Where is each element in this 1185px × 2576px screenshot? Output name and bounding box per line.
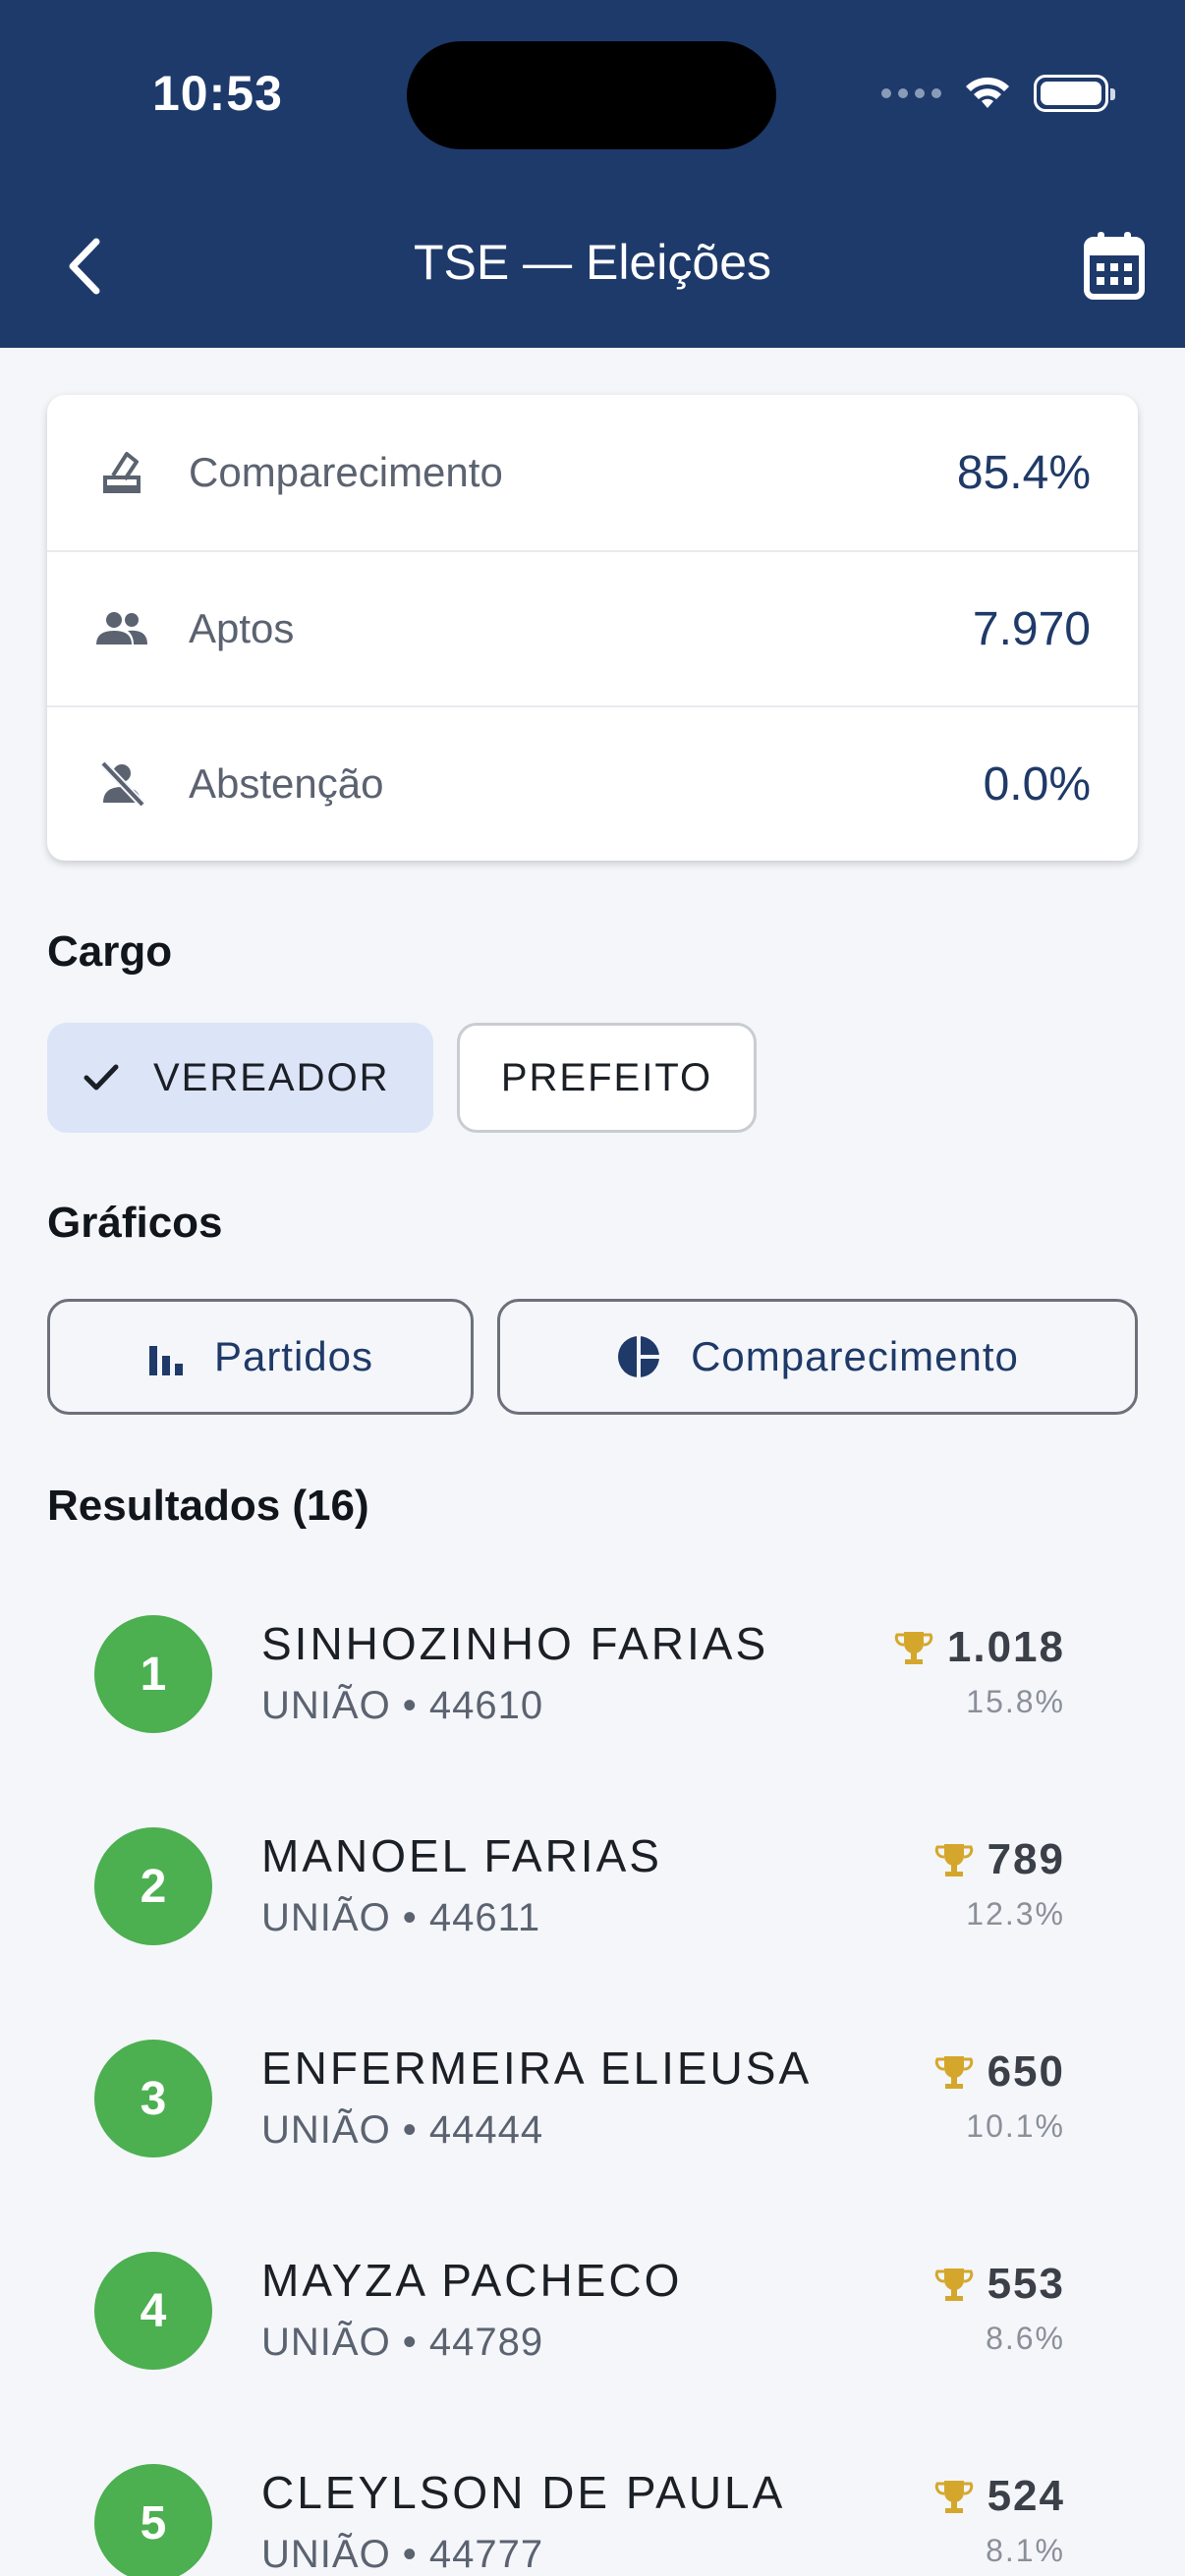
vote-count: 789 xyxy=(987,1835,1065,1883)
vote-count: 650 xyxy=(987,2047,1065,2096)
result-item[interactable]: 5 CLEYLSON DE PAULA UNIÃO • 44777 524 8.… xyxy=(0,2417,1185,2576)
candidate-party: UNIÃO • 44789 xyxy=(261,2321,544,2364)
stat-row-comparecimento: Comparecimento 85.4% xyxy=(47,395,1138,550)
stat-value: 85.4% xyxy=(956,446,1091,499)
stat-value: 7.970 xyxy=(972,602,1091,655)
chip-prefeito[interactable]: PREFEITO xyxy=(457,1023,757,1133)
result-item[interactable]: 1 SINHOZINHO FARIAS UNIÃO • 44610 1.018 … xyxy=(0,1568,1185,1780)
chip-label: PREFEITO xyxy=(500,1055,713,1099)
candidate-party: UNIÃO • 44777 xyxy=(261,2533,544,2576)
candidate-party: UNIÃO • 44444 xyxy=(261,2108,544,2152)
resultados-title: Resultados (16) xyxy=(47,1482,369,1530)
trophy-icon xyxy=(934,2056,973,2089)
rank-badge: 3 xyxy=(94,2040,212,2157)
vote-count: 553 xyxy=(987,2260,1065,2308)
votes: 553 xyxy=(934,2260,1065,2309)
trophy-icon xyxy=(934,2481,973,2513)
result-item[interactable]: 3 ENFERMEIRA ELIEUSA UNIÃO • 44444 650 1… xyxy=(0,1992,1185,2205)
vote-percent: 15.8% xyxy=(966,1684,1065,1719)
candidate-party: UNIÃO • 44611 xyxy=(261,1896,541,1939)
stat-label: Aptos xyxy=(189,605,295,651)
page-title: TSE — Eleições xyxy=(413,235,771,290)
stats-card: Comparecimento 85.4% Aptos 7.970 Abstenç… xyxy=(47,395,1138,861)
signal-icon xyxy=(881,88,941,98)
trophy-icon xyxy=(934,2268,973,2301)
candidate-name: CLEYLSON DE PAULA xyxy=(261,2467,786,2518)
vote-percent: 8.1% xyxy=(986,2533,1065,2568)
comparecimento-chart-button[interactable]: Comparecimento xyxy=(497,1299,1138,1415)
bar-chart-icon xyxy=(148,1346,183,1375)
battery-icon xyxy=(1034,75,1115,112)
vote-count: 1.018 xyxy=(946,1623,1065,1671)
stat-row-aptos: Aptos 7.970 xyxy=(47,550,1138,705)
partidos-chart-button[interactable]: Partidos xyxy=(47,1299,474,1415)
stat-label: Comparecimento xyxy=(189,449,503,495)
vote-percent: 10.1% xyxy=(966,2108,1065,2144)
ballot-icon xyxy=(94,445,149,500)
rank-badge: 4 xyxy=(94,2252,212,2370)
pie-chart-icon xyxy=(618,1334,662,1379)
candidate-party: UNIÃO • 44610 xyxy=(261,1684,544,1727)
vote-percent: 8.6% xyxy=(986,2321,1065,2356)
candidate-name: MAYZA PACHECO xyxy=(261,2255,683,2306)
check-icon xyxy=(84,1064,119,1091)
chip-vereador[interactable]: VEREADOR xyxy=(47,1023,433,1133)
chip-label: VEREADOR xyxy=(153,1055,390,1099)
wifi-icon xyxy=(966,77,1009,108)
votes: 1.018 xyxy=(894,1623,1065,1672)
candidate-name: ENFERMEIRA ELIEUSA xyxy=(261,2043,813,2094)
status-time: 10:53 xyxy=(152,66,283,121)
vote-percent: 12.3% xyxy=(966,1896,1065,1932)
rank-badge: 1 xyxy=(94,1615,212,1733)
graficos-title: Gráficos xyxy=(47,1199,223,1247)
cargo-title: Cargo xyxy=(47,927,173,976)
vote-count: 524 xyxy=(987,2472,1065,2520)
votes: 650 xyxy=(934,2047,1065,2097)
votes: 524 xyxy=(934,2472,1065,2521)
button-label: Partidos xyxy=(213,1333,374,1379)
trophy-icon xyxy=(934,1844,973,1876)
trophy-icon xyxy=(894,1632,933,1664)
candidate-name: SINHOZINHO FARIAS xyxy=(261,1618,769,1669)
calendar-icon xyxy=(1084,232,1145,300)
result-item[interactable]: 2 MANOEL FARIAS UNIÃO • 44611 789 12.3% xyxy=(0,1780,1185,1992)
stat-row-abstencao: Abstenção 0.0% xyxy=(47,705,1138,861)
votes: 789 xyxy=(934,1835,1065,1884)
people-icon xyxy=(94,601,149,656)
rank-badge: 5 xyxy=(94,2464,212,2576)
candidate-name: MANOEL FARIAS xyxy=(261,1830,662,1881)
button-label: Comparecimento xyxy=(691,1333,1019,1379)
stat-value: 0.0% xyxy=(983,757,1091,811)
app-header: 10:53 TSE — Eleições xyxy=(0,0,1185,348)
person-off-icon xyxy=(94,756,149,812)
dynamic-island xyxy=(407,41,776,149)
stat-label: Abstenção xyxy=(189,760,384,807)
calendar-button[interactable] xyxy=(1083,230,1146,301)
status-icons xyxy=(881,75,1115,112)
rank-badge: 2 xyxy=(94,1827,212,1945)
result-item[interactable]: 4 MAYZA PACHECO UNIÃO • 44789 553 8.6% xyxy=(0,2205,1185,2417)
